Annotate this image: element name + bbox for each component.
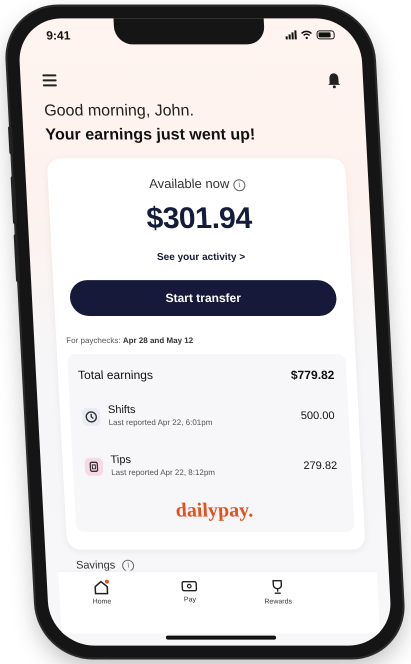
home-indicator	[165, 635, 277, 640]
bell-icon[interactable]	[327, 72, 342, 89]
start-transfer-button[interactable]: Start transfer	[69, 280, 338, 317]
available-amount: $301.94	[145, 202, 253, 236]
earnings-headline: Your earnings just went up!	[45, 126, 256, 144]
see-activity-link[interactable]: See your activity >	[52, 252, 351, 263]
greeting-text: Good morning, John.	[43, 102, 195, 120]
top-bar	[42, 70, 342, 100]
info-icon[interactable]: i	[233, 179, 246, 192]
total-earnings-value: $779.82	[290, 367, 335, 382]
tips-title: Tips	[110, 453, 132, 466]
shifts-subtitle: Last reported Apr 22, 6:01pm	[108, 417, 213, 427]
status-icons	[285, 29, 335, 40]
earnings-row-shifts[interactable]: Shifts Last reported Apr 22, 6:01pm 500.…	[81, 403, 336, 434]
tab-rewards-label: Rewards	[264, 598, 293, 606]
paychecks-label: For paychecks:	[66, 335, 121, 345]
phone-mockup: 9:41 Good morning, John. Your earnings j…	[4, 6, 406, 658]
tips-icon	[84, 457, 104, 476]
tips-subtitle: Last reported Apr 22, 8:12pm	[110, 467, 216, 477]
tab-pay-label: Pay	[183, 596, 197, 604]
wifi-icon	[300, 30, 312, 39]
battery-icon	[316, 29, 335, 39]
shifts-title: Shifts	[107, 403, 136, 416]
paychecks-dates: Apr 28 and May 12	[122, 335, 194, 345]
available-label: Available now i	[48, 176, 347, 192]
status-bar: 9:41	[42, 28, 337, 44]
dailypay-logo: dailypay.	[175, 499, 254, 522]
balance-card: Available now i $301.94 See your activity…	[46, 158, 366, 550]
tab-pay[interactable]: Pay	[159, 580, 220, 604]
app-screen: 9:41 Good morning, John. Your earnings j…	[17, 18, 393, 646]
status-time: 9:41	[45, 28, 71, 43]
earnings-row-tips[interactable]: Tips Last reported Apr 22, 8:12pm 279.82	[84, 454, 338, 484]
tab-home-label: Home	[92, 598, 112, 606]
tab-rewards[interactable]: Rewards	[247, 579, 308, 606]
home-icon	[94, 579, 109, 595]
tab-home[interactable]: Home	[71, 579, 132, 606]
clock-icon	[81, 407, 101, 426]
total-earnings-label: Total earnings	[77, 367, 154, 382]
pay-icon	[181, 580, 198, 592]
menu-icon[interactable]	[42, 74, 57, 87]
signal-icon	[285, 29, 297, 40]
bottom-tab-bar: Home Pay Rewards	[58, 570, 381, 634]
available-label-text: Available now	[148, 176, 230, 192]
paychecks-note: For paychecks: Apr 28 and May 12	[66, 336, 193, 345]
tips-amount: 279.82	[303, 459, 338, 472]
shifts-amount: 500.00	[300, 409, 335, 422]
trophy-icon	[272, 579, 283, 594]
